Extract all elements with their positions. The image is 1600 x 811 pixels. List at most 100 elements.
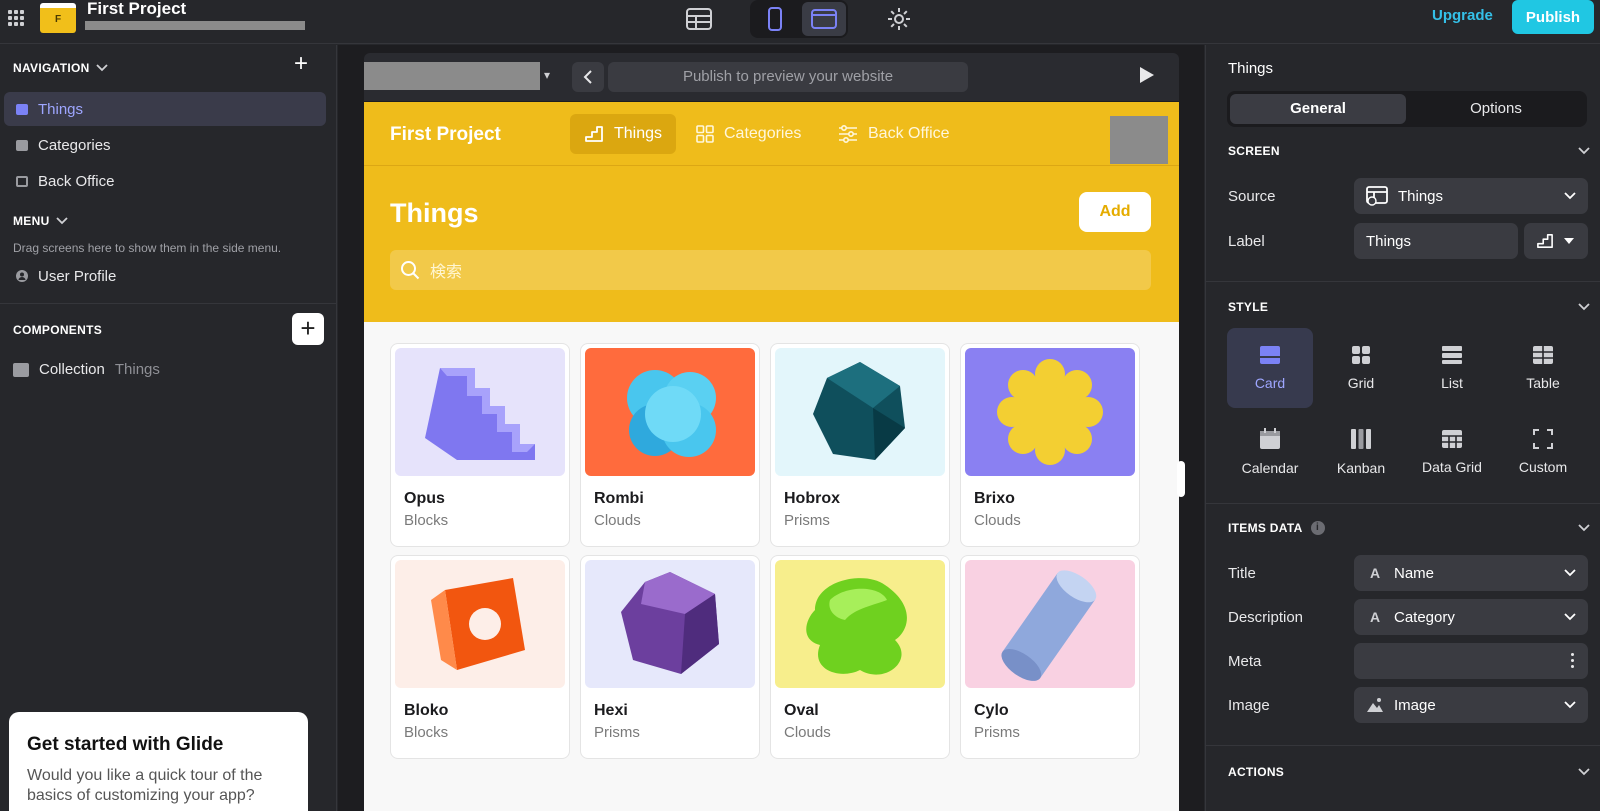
card-image xyxy=(775,560,945,688)
label-input[interactable]: Things xyxy=(1354,223,1518,259)
menu-hint: Drag screens here to show them in the si… xyxy=(13,241,282,255)
card-item[interactable]: Opus Blocks xyxy=(390,343,570,547)
app-tab-things[interactable]: Things xyxy=(570,114,677,154)
style-data-grid[interactable]: Data Grid xyxy=(1409,412,1495,492)
style-list[interactable]: List xyxy=(1409,328,1495,408)
component-collection[interactable]: Collection Things xyxy=(13,361,160,378)
add-component-button[interactable]: + xyxy=(292,313,324,345)
card-image xyxy=(965,348,1135,476)
style-calendar[interactable]: Calendar xyxy=(1227,412,1313,492)
stairs-icon xyxy=(1537,233,1553,249)
card-item[interactable]: Bloko Blocks xyxy=(390,555,570,759)
screen-section-header[interactable]: SCREEN xyxy=(1228,144,1280,158)
add-button[interactable]: Add xyxy=(1079,192,1151,232)
style-section-header[interactable]: STYLE xyxy=(1228,300,1268,314)
card-item[interactable]: Brixo Clouds xyxy=(960,343,1140,547)
nav-item-label: Things xyxy=(38,100,84,118)
cylinder-shape xyxy=(1001,570,1097,681)
info-icon[interactable]: i xyxy=(1310,521,1325,535)
style-card[interactable]: Card xyxy=(1227,328,1313,408)
text-icon: A xyxy=(1369,609,1381,625)
card-item[interactable]: Oval Clouds xyxy=(770,555,950,759)
app-header: First Project Things Categories Back Off… xyxy=(364,102,1179,322)
card-title: Bloko xyxy=(404,702,449,719)
card-subtitle: Blocks xyxy=(404,724,449,741)
style-kanban[interactable]: Kanban xyxy=(1318,412,1404,492)
style-table[interactable]: Table xyxy=(1500,328,1586,408)
preview-user-select[interactable] xyxy=(364,62,540,90)
data-grid-icon xyxy=(1442,430,1462,448)
card-icon xyxy=(16,103,28,115)
card-item[interactable]: Rombi Clouds xyxy=(580,343,760,547)
card-title: Opus xyxy=(404,490,445,507)
play-icon[interactable] xyxy=(1140,67,1154,83)
card-subtitle: Prisms xyxy=(594,724,640,741)
source-select[interactable]: Things xyxy=(1354,178,1588,214)
more-vertical-icon[interactable] xyxy=(1571,653,1574,668)
nav-item-user-profile[interactable]: User Profile xyxy=(4,259,326,293)
title-value: Name xyxy=(1394,564,1435,582)
card-item[interactable]: Hexi Prisms xyxy=(580,555,760,759)
card-image xyxy=(775,348,945,476)
search-input[interactable]: 検索 xyxy=(390,250,1151,290)
card-item[interactable]: Hobrox Prisms xyxy=(770,343,950,547)
tab-options[interactable]: Options xyxy=(1408,94,1584,124)
card-image xyxy=(965,560,1135,688)
card-image xyxy=(585,348,755,476)
chevron-down-icon xyxy=(1564,613,1576,621)
tour-popup[interactable]: Get started with Glide Would you like a … xyxy=(9,712,308,811)
card-subtitle: Blocks xyxy=(404,512,449,529)
card-style-icon xyxy=(1260,346,1280,364)
data-editor-button[interactable] xyxy=(680,2,718,36)
search-icon xyxy=(401,261,420,280)
navigation-header[interactable]: NAVIGATION xyxy=(13,61,108,75)
items-data-section-header[interactable]: ITEMS DATA i xyxy=(1228,521,1325,535)
nav-item-back-office[interactable]: Back Office xyxy=(4,164,326,198)
chevron-down-icon[interactable] xyxy=(1578,521,1590,535)
chevron-down-icon[interactable]: ▾ xyxy=(544,68,550,82)
project-badge[interactable]: F xyxy=(40,3,76,33)
mobile-preview-button[interactable] xyxy=(756,2,794,36)
publish-button[interactable]: Publish xyxy=(1512,0,1594,34)
actions-section-header[interactable]: ACTIONS xyxy=(1228,765,1284,779)
label-label: Label xyxy=(1228,233,1265,250)
menu-header[interactable]: MENU xyxy=(13,214,68,228)
title-select[interactable]: A Name xyxy=(1354,555,1588,591)
desktop-preview-button[interactable] xyxy=(802,2,846,36)
style-grid[interactable]: Grid xyxy=(1318,328,1404,408)
search-placeholder: 検索 xyxy=(430,264,463,281)
user-icon xyxy=(16,270,28,282)
preview-back-button[interactable] xyxy=(572,62,604,92)
preview-url-bar[interactable]: Publish to preview your website xyxy=(608,62,968,92)
label-icon-picker[interactable] xyxy=(1524,223,1588,259)
upgrade-button[interactable]: Upgrade xyxy=(1432,7,1493,24)
card-item[interactable]: Cylo Prisms xyxy=(960,555,1140,759)
image-value: Image xyxy=(1394,696,1436,714)
app-avatar[interactable] xyxy=(1110,116,1168,164)
nav-item-things[interactable]: Things xyxy=(4,92,326,126)
card-icon xyxy=(16,139,28,151)
project-title[interactable]: First Project xyxy=(87,0,186,19)
chevron-left-icon xyxy=(583,70,592,84)
card-subtitle: Prisms xyxy=(784,512,830,529)
chevron-down-icon[interactable] xyxy=(1578,765,1590,779)
resize-handle[interactable] xyxy=(1177,461,1185,497)
nav-item-categories[interactable]: Categories xyxy=(4,128,326,162)
style-custom[interactable]: Custom xyxy=(1500,412,1586,492)
chevron-down-icon[interactable] xyxy=(1578,144,1590,158)
blob-shape xyxy=(806,578,907,675)
meta-select[interactable] xyxy=(1354,643,1588,679)
card-image xyxy=(585,560,755,688)
add-screen-button[interactable]: + xyxy=(290,52,312,76)
image-select[interactable]: Image xyxy=(1354,687,1588,723)
tab-general[interactable]: General xyxy=(1230,94,1406,124)
app-tab-categories[interactable]: Categories xyxy=(682,114,815,154)
settings-button[interactable] xyxy=(880,2,918,36)
apps-grid-icon[interactable] xyxy=(8,10,24,26)
app-tab-back-office[interactable]: Back Office xyxy=(824,114,964,154)
divider xyxy=(1206,503,1600,504)
chevron-down-icon[interactable] xyxy=(1578,300,1590,314)
table-style-icon xyxy=(1533,346,1553,364)
app-brand[interactable]: First Project xyxy=(390,124,501,146)
description-select[interactable]: A Category xyxy=(1354,599,1588,635)
